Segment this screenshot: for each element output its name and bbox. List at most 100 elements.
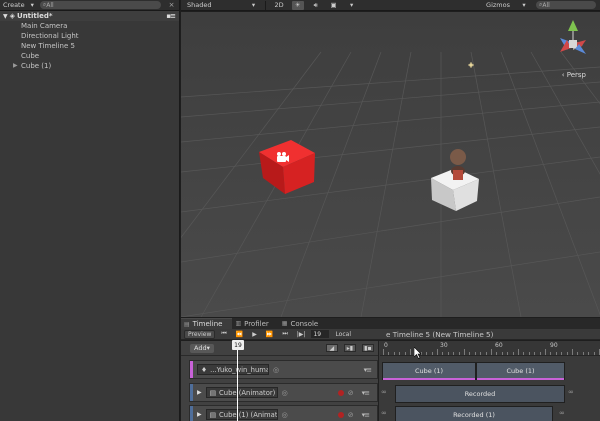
track-header-column: Add ▾ ◢ ▸▮ ▮▪ ♦ ...Yuko_win_humano ◎ ▾≡ …	[181, 341, 379, 421]
replace-mode-icon[interactable]: ▮▪	[361, 344, 374, 352]
hierarchy-item-label: Cube (1)	[21, 62, 52, 70]
expand-arrow-icon[interactable]: ▶	[197, 389, 202, 396]
ruler-tick	[491, 349, 492, 355]
track-header-cube-1[interactable]: ▶ ▤ Cube (1) (Animat ◎ ⊘ ▾≡	[189, 405, 378, 421]
2d-toggle[interactable]: 2D	[272, 1, 285, 10]
effects-dropdown-arrow-icon[interactable]: ▾	[346, 1, 358, 10]
hierarchy-item[interactable]: ▶ Cube (1)	[0, 61, 179, 71]
play-icon[interactable]: ▶	[249, 330, 260, 339]
hierarchy-panel: Create ▾ ⌕ All × ▼ ◈ Untitled* ▪≡ Main C…	[0, 0, 180, 421]
tab-profiler[interactable]: ▥ Profiler	[232, 318, 278, 329]
draw-mode-dropdown[interactable]: Shaded	[185, 1, 213, 10]
ruler-label: 90	[550, 342, 558, 349]
timeline-clip[interactable]: Recorded	[395, 385, 565, 403]
ruler-tick	[550, 352, 552, 355]
track-binding-field[interactable]: ▤ Cube (Animator)	[205, 387, 278, 398]
infinite-clip-icon: ∞	[381, 388, 387, 396]
hierarchy-search-input[interactable]: ⌕ All	[39, 1, 161, 9]
ruler-tick	[458, 352, 460, 355]
ruler-tick	[518, 349, 519, 355]
playhead-handle[interactable]: 19	[232, 340, 244, 350]
gizmos-arrow-icon[interactable]: ▾	[518, 1, 530, 10]
track-menu-icon[interactable]: ▾≡	[362, 389, 370, 397]
ruler-tick	[534, 352, 536, 355]
track-header-cube[interactable]: ▶ ▤ Cube (Animator) ◎ ⊘ ▾≡	[189, 383, 378, 402]
object-picker-icon[interactable]: ◎	[282, 411, 288, 419]
track-color-accent	[190, 361, 193, 378]
create-dropdown[interactable]: Create	[3, 1, 25, 9]
projection-mode: Persp	[566, 71, 586, 79]
last-frame-icon[interactable]: ⏭	[279, 330, 290, 339]
gizmos-dropdown[interactable]: Gizmos	[484, 1, 512, 10]
track-binding-field[interactable]: ▤ Cube (1) (Animat	[205, 409, 278, 420]
expand-arrow-icon[interactable]: ▶	[197, 411, 202, 418]
timeline-controls: Preview ⏮ ⏪ ▶ ⏩ ⏭ |▶| 19 Local e Timelin…	[181, 329, 600, 340]
tab-console[interactable]: ▦ Console	[279, 318, 328, 329]
previous-frame-icon[interactable]: ⏪	[233, 330, 246, 339]
projection-label[interactable]: ‹ Persp	[562, 71, 586, 79]
frame-input[interactable]: 19	[311, 330, 330, 338]
unity-scene-icon: ◈	[9, 12, 16, 20]
ruler-tick	[572, 349, 573, 355]
animator-icon: ▤	[209, 388, 217, 397]
track-header-animation[interactable]: ♦ ...Yuko_win_humano ◎ ▾≡	[189, 360, 378, 379]
tab-timeline[interactable]: ▤ Timeline	[181, 318, 233, 329]
timeline-clip[interactable]: Cube (1)	[476, 362, 565, 380]
create-dropdown-arrow-icon[interactable]: ▾	[31, 1, 34, 9]
hierarchy-item[interactable]: New Timeline 5	[0, 41, 179, 51]
track-binding-field[interactable]: ♦ ...Yuko_win_humano	[197, 364, 269, 375]
clip-label: Recorded (1)	[453, 411, 495, 419]
hierarchy-item[interactable]: Directional Light	[0, 31, 179, 41]
expand-arrow-icon[interactable]: ▼	[3, 13, 8, 20]
mute-icon[interactable]: ⊘	[348, 411, 354, 419]
ruler-tick	[437, 349, 438, 355]
ruler-tick	[496, 352, 498, 355]
object-picker-icon[interactable]: ◎	[282, 389, 288, 397]
edit-mode-icon[interactable]: ◢	[325, 344, 338, 352]
track-menu-icon[interactable]: ▾≡	[362, 411, 370, 419]
profiler-tab-icon: ▥	[235, 320, 242, 327]
next-frame-icon[interactable]: ⏩	[263, 330, 276, 339]
infinite-clip-icon: ∞	[568, 388, 574, 396]
object-picker-icon[interactable]: ◎	[273, 366, 279, 374]
local-toggle[interactable]: Local	[332, 330, 354, 339]
draw-mode-arrow-icon[interactable]: ▾	[247, 1, 259, 10]
preview-button[interactable]: Preview	[184, 329, 216, 339]
playhead-line[interactable]	[237, 346, 238, 421]
mute-icon[interactable]: ⊘	[348, 389, 354, 397]
ruler-tick	[523, 352, 525, 355]
clip-label: Cube (1)	[506, 367, 535, 375]
first-frame-icon[interactable]: ⏮	[218, 330, 229, 339]
track-binding-label: Cube (1) (Animat	[219, 410, 278, 419]
record-icon[interactable]	[337, 411, 344, 418]
ruler-tick	[447, 352, 449, 355]
scene-root-item[interactable]: ▼ ◈ Untitled* ▪≡	[0, 11, 179, 21]
ruler-tick	[474, 352, 476, 355]
tab-label: Profiler	[244, 319, 269, 328]
effects-toggle-icon[interactable]: ▣	[328, 1, 340, 10]
hierarchy-item-label: New Timeline 5	[21, 42, 75, 50]
ruler-tick	[404, 352, 406, 355]
ruler-tick	[588, 352, 590, 355]
record-icon[interactable]	[337, 389, 344, 396]
timeline-clip[interactable]: Recorded (1)	[395, 406, 553, 421]
ruler-tick	[388, 352, 390, 355]
ripple-mode-icon[interactable]: ▸▮	[343, 344, 356, 352]
timeline-clip[interactable]: Cube (1)	[382, 362, 476, 380]
lighting-toggle-icon[interactable]: ☀	[291, 0, 304, 10]
time-ruler[interactable]: 0 30 60 90	[380, 341, 600, 356]
hierarchy-item[interactable]: Cube	[0, 51, 179, 61]
ruler-tick	[545, 349, 546, 355]
add-track-button[interactable]: Add ▾	[190, 343, 214, 353]
clear-search-icon[interactable]: ×	[167, 1, 176, 9]
audio-toggle-icon[interactable]: 🔊︎	[310, 1, 322, 10]
add-row: Add ▾ ◢ ▸▮ ▮▪	[181, 341, 378, 356]
ruler-tick	[566, 352, 568, 355]
expand-arrow-icon[interactable]: ▶	[13, 61, 18, 71]
play-range-icon[interactable]: |▶|	[294, 330, 309, 339]
hierarchy-item[interactable]: Main Camera	[0, 21, 179, 31]
scene-view[interactable]: ‹ Persp	[181, 12, 600, 317]
scene-menu-icon[interactable]: ▪≡	[166, 12, 176, 20]
track-menu-icon[interactable]: ▾≡	[364, 366, 372, 374]
scene-search-input[interactable]: ⌕ All	[536, 1, 596, 9]
